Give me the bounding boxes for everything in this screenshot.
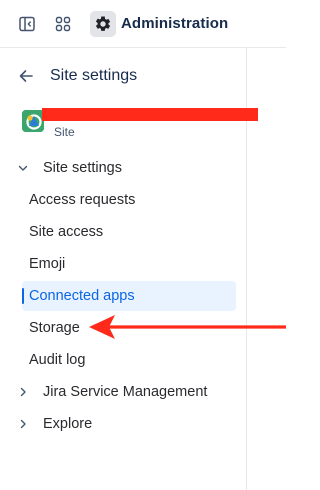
- nav-group-jira-service-management[interactable]: Jira Service Management: [16, 377, 236, 407]
- gear-icon[interactable]: [90, 11, 116, 37]
- sidebar-item-site-access[interactable]: Site access: [22, 217, 236, 247]
- sidebar-heading: Site settings: [50, 67, 138, 84]
- top-navigation-bar: Administration: [0, 0, 286, 48]
- site-type-label: Site: [54, 125, 75, 139]
- nav-group-label: Site settings: [43, 160, 122, 176]
- chevron-right-icon: [16, 385, 30, 399]
- nav-group-label: Explore: [43, 416, 93, 432]
- nav-group-explore[interactable]: Explore: [16, 409, 236, 439]
- arrow-left-icon[interactable]: [16, 66, 36, 86]
- chevron-down-icon: [16, 161, 30, 175]
- nav-group-site-settings[interactable]: Site settings: [16, 153, 236, 183]
- sidebar: Site settings Site Site settings Access …: [0, 48, 258, 490]
- sidebar-item-label: Connected apps: [29, 288, 135, 304]
- sidebar-item-label: Emoji: [29, 256, 66, 272]
- chevron-right-icon: [16, 417, 30, 431]
- nav-group-label: Jira Service Management: [43, 384, 208, 400]
- sidebar-item-access-requests[interactable]: Access requests: [22, 185, 236, 215]
- site-logo-icon: [22, 110, 44, 132]
- app-title: Administration: [121, 15, 229, 32]
- sidebar-toggle-icon[interactable]: [15, 12, 39, 36]
- site-name-redacted: [42, 108, 258, 121]
- sidebar-item-label: Site access: [29, 224, 104, 240]
- sidebar-item-audit-log[interactable]: Audit log: [22, 345, 236, 375]
- annotation-arrow-icon: [89, 315, 286, 339]
- sidebar-item-emoji[interactable]: Emoji: [22, 249, 236, 279]
- sidebar-item-label: Storage: [29, 320, 80, 336]
- app-switcher-icon[interactable]: [51, 12, 75, 36]
- sidebar-item-label: Audit log: [29, 352, 86, 368]
- sidebar-item-connected-apps[interactable]: Connected apps: [22, 281, 236, 311]
- sidebar-item-label: Access requests: [29, 192, 136, 208]
